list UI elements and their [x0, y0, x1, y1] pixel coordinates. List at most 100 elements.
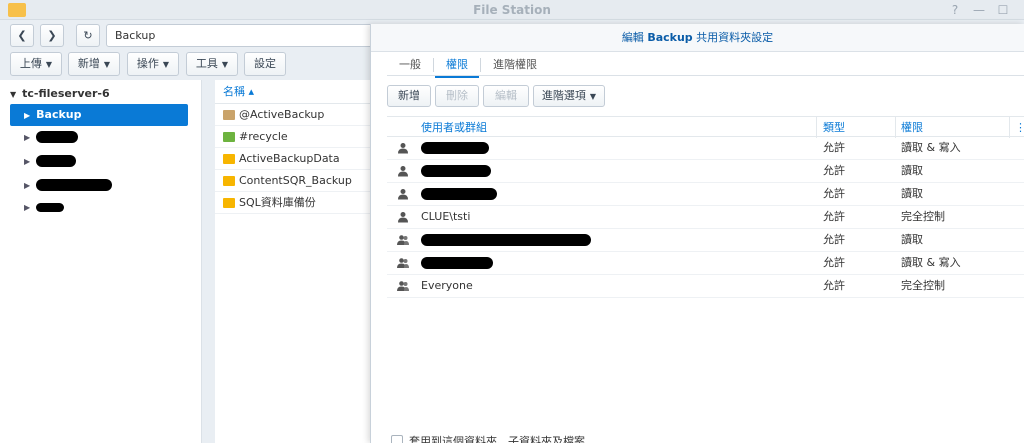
- redaction-mark: [421, 142, 489, 154]
- column-header-permission[interactable]: 權限: [901, 117, 923, 138]
- redaction-mark: [36, 202, 65, 212]
- file-name: ContentSQR_Backup: [239, 174, 352, 187]
- column-divider: [895, 117, 896, 138]
- permissions-table: 使用者或群組 類型 權限 ⋮ 允許 讀取 & 寫入 允許 讀取 允許 讀取 CLUE\tst…: [387, 116, 1024, 298]
- redaction-mark: [421, 234, 591, 246]
- list-item[interactable]: @ActiveBackup: [215, 104, 375, 126]
- list-item[interactable]: ActiveBackupData: [215, 148, 375, 170]
- path-input[interactable]: Backup: [106, 24, 376, 47]
- permission-type: 允許: [823, 256, 845, 269]
- group-icon: [397, 281, 409, 291]
- file-name: SQL資料庫備份: [239, 196, 316, 209]
- permission-level: 讀取 & 寫入: [901, 141, 961, 154]
- create-button[interactable]: 新增 ▼: [68, 52, 120, 76]
- tab-divider: [480, 58, 481, 72]
- tree-item-label: Backup: [36, 108, 82, 121]
- tools-button[interactable]: 工具 ▼: [186, 52, 238, 76]
- user-name: CLUE\tsti: [421, 210, 471, 223]
- tab-divider: [433, 58, 434, 72]
- dialog-title-suffix: 共用資料夾設定: [696, 31, 774, 44]
- name-column-header[interactable]: 名稱 ▴: [215, 80, 375, 104]
- advanced-options-label: 進階選項: [541, 89, 586, 102]
- share-settings-dialog: 編輯 Backup 共用資料夾設定 一般 權限 進階權限 新增 刪除 編輯 進階…: [370, 24, 1024, 443]
- table-row[interactable]: CLUE\tsti 允許 完全控制: [387, 206, 1024, 229]
- table-row[interactable]: 允許 讀取: [387, 183, 1024, 206]
- forward-button[interactable]: ❯: [40, 24, 64, 47]
- archive-icon: [223, 110, 235, 120]
- user-name: Everyone: [421, 279, 473, 292]
- file-name: @ActiveBackup: [239, 108, 325, 121]
- group-icon: [397, 258, 409, 268]
- group-icon: [397, 235, 409, 245]
- chevron-down-icon: ▼: [162, 60, 170, 69]
- redaction-mark: [421, 188, 497, 200]
- permission-type: 允許: [823, 233, 845, 246]
- advanced-options-button[interactable]: 進階選項 ▼: [533, 85, 605, 107]
- apply-to-subfolders-checkbox[interactable]: [391, 435, 403, 443]
- tab-underline: [387, 75, 1024, 76]
- folder-tree: ▼ tc-fileserver-6 ▶ Backup ▶ ▶ ▶ ▶: [0, 80, 202, 443]
- user-name: [421, 252, 493, 274]
- tree-item-redacted[interactable]: ▶: [10, 196, 188, 218]
- file-name: #recycle: [239, 130, 288, 143]
- folder-icon: [223, 154, 235, 164]
- maximize-icon[interactable]: ☐: [996, 3, 1010, 17]
- list-item[interactable]: SQL資料庫備份: [215, 192, 375, 214]
- apply-to-subfolders-label: 套用到這個資料夾、子資料夾及檔案: [409, 435, 585, 443]
- table-header: 使用者或群組 類型 權限 ⋮: [387, 116, 1024, 138]
- list-item[interactable]: ContentSQR_Backup: [215, 170, 375, 192]
- user-icon: [398, 212, 408, 223]
- column-header-user[interactable]: 使用者或群組: [421, 117, 487, 138]
- tree-item-redacted[interactable]: ▶: [10, 126, 188, 148]
- window-title: File Station: [473, 3, 551, 17]
- chevron-down-icon: ▼: [10, 90, 17, 99]
- title-bar: File Station ? — ☐: [0, 0, 1024, 20]
- column-menu-icon[interactable]: ⋮: [1015, 117, 1024, 138]
- dialog-title-prefix: 編輯: [621, 31, 644, 44]
- column-divider: [1009, 117, 1010, 138]
- user-icon: [398, 189, 408, 200]
- user-name: [421, 183, 497, 205]
- permission-level: 讀取: [901, 164, 923, 177]
- minimize-icon[interactable]: —: [972, 3, 986, 17]
- permission-type: 允許: [823, 141, 845, 154]
- table-row[interactable]: Everyone 允許 完全控制: [387, 275, 1024, 298]
- chevron-right-icon: ▶: [24, 181, 31, 190]
- table-row[interactable]: 允許 讀取 & 寫入: [387, 252, 1024, 275]
- permission-level: 讀取: [901, 187, 923, 200]
- upload-button[interactable]: 上傳 ▼: [10, 52, 62, 76]
- edit-button[interactable]: 編輯: [483, 85, 529, 107]
- tree-item-redacted[interactable]: ▶: [10, 174, 188, 196]
- tools-label: 工具: [195, 57, 218, 70]
- back-button[interactable]: ❮: [10, 24, 34, 47]
- tree-item-redacted[interactable]: ▶: [10, 150, 188, 172]
- file-name: ActiveBackupData: [239, 152, 340, 165]
- chevron-right-icon: ▶: [24, 111, 31, 120]
- help-icon[interactable]: ?: [948, 3, 962, 17]
- delete-button[interactable]: 刪除: [435, 85, 479, 107]
- redaction-mark: [36, 179, 113, 191]
- folder-icon: [223, 198, 235, 208]
- settings-button[interactable]: 設定: [244, 52, 286, 76]
- permission-level: 讀取 & 寫入: [901, 256, 961, 269]
- column-divider: [816, 117, 817, 138]
- permission-type: 允許: [823, 279, 845, 292]
- permission-level: 讀取: [901, 233, 923, 246]
- chevron-right-icon: ▶: [24, 203, 31, 212]
- table-row[interactable]: 允許 讀取 & 寫入: [387, 137, 1024, 160]
- add-button[interactable]: 新增: [387, 85, 431, 107]
- table-row[interactable]: 允許 讀取: [387, 160, 1024, 183]
- table-row[interactable]: 允許 讀取: [387, 229, 1024, 252]
- column-header-type[interactable]: 類型: [823, 117, 845, 138]
- action-label: 操作: [136, 57, 159, 70]
- chevron-down-icon: ▼: [221, 60, 229, 69]
- tree-item-backup[interactable]: ▶ Backup: [10, 104, 188, 126]
- action-button[interactable]: 操作 ▼: [127, 52, 179, 76]
- tree-root[interactable]: ▼ tc-fileserver-6: [10, 87, 110, 100]
- folder-icon: [223, 176, 235, 186]
- permission-type: 允許: [823, 187, 845, 200]
- refresh-button[interactable]: ↻: [76, 24, 100, 47]
- permission-level: 完全控制: [901, 279, 945, 292]
- list-item[interactable]: #recycle: [215, 126, 375, 148]
- chevron-down-icon: ▼: [45, 60, 53, 69]
